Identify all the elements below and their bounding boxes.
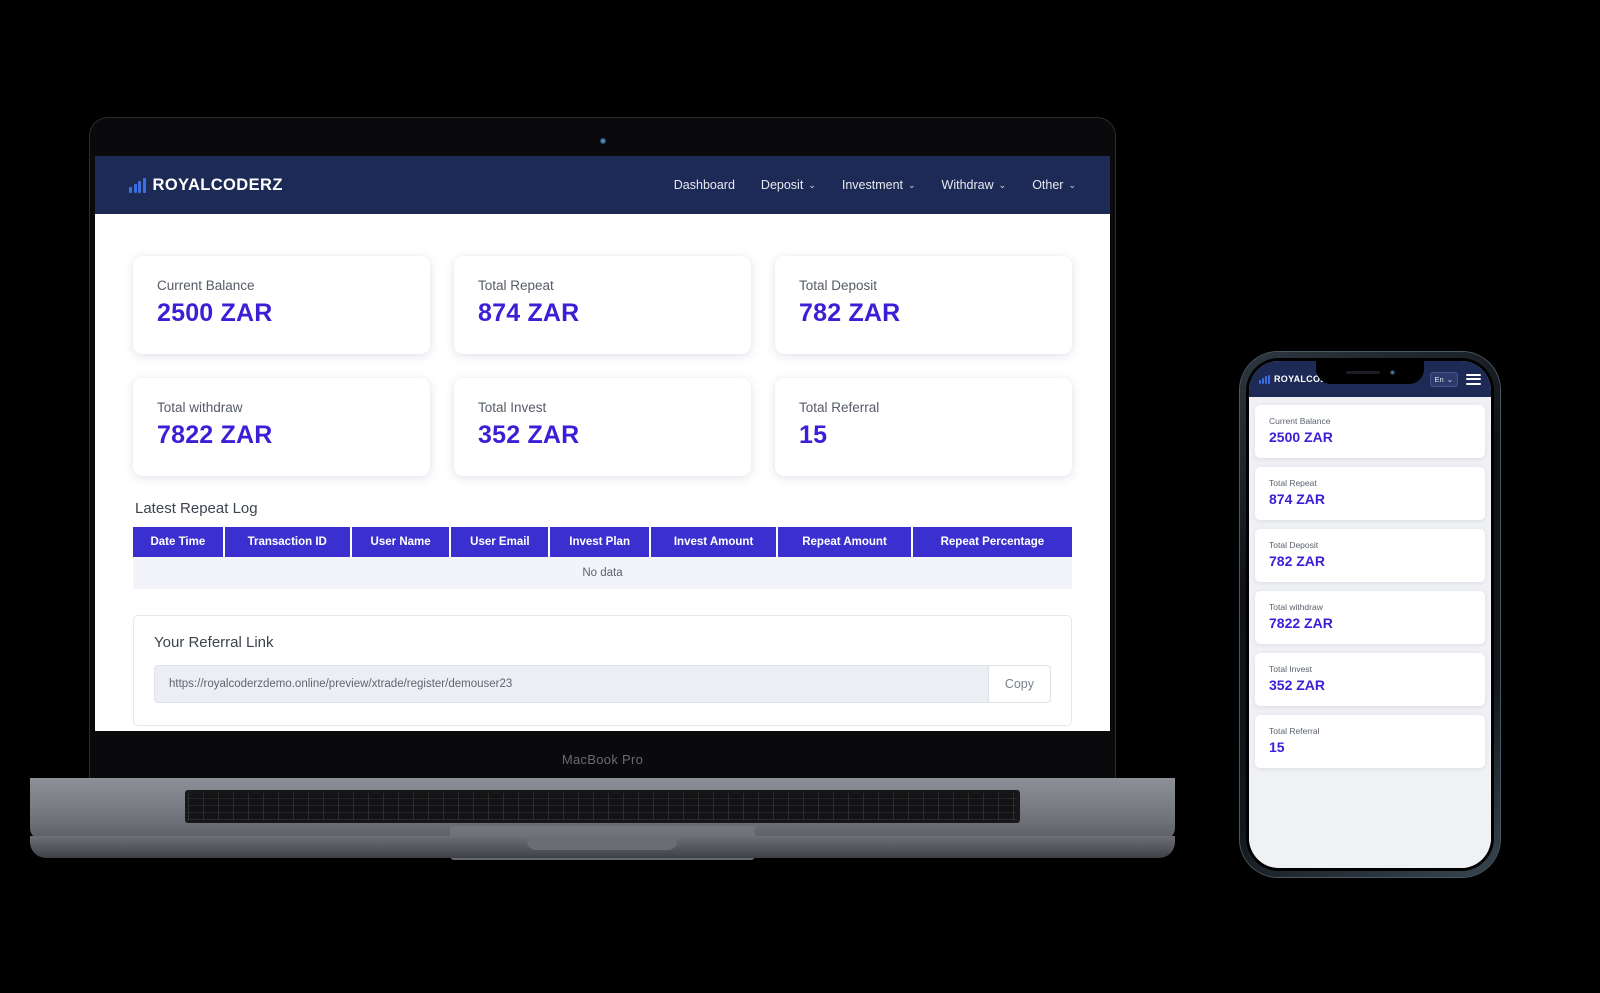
phone-stat-card-value: 874 ZAR <box>1269 491 1326 507</box>
phone-stat-card-label: Total withdraw <box>1269 602 1323 612</box>
stat-card-value: 352 ZAR <box>478 421 580 449</box>
screenshot-stage: MacBook Pro ROYALCODERZ Dashboard Deposi… <box>0 0 1600 993</box>
laptop-keyboard <box>185 790 1020 823</box>
phone-stat-card-total-withdraw: Total withdraw 7822 ZAR <box>1255 591 1485 644</box>
chevron-down-icon: ⌄ <box>908 179 916 190</box>
column-header-repeat-amount[interactable]: Repeat Amount <box>777 527 913 557</box>
repeat-log-table: Date Time Transaction ID User Name User … <box>133 527 1072 589</box>
table-row-empty: No data <box>133 557 1072 589</box>
stat-card-label: Total Repeat <box>478 278 554 293</box>
nav-item-label: Withdraw <box>941 178 994 192</box>
site-navbar: ROYALCODERZ Dashboard Deposit ⌄ Investme… <box>95 156 1110 214</box>
column-header-repeat-percentage[interactable]: Repeat Percentage <box>911 527 1072 557</box>
phone-stat-card-total-deposit: Total Deposit 782 ZAR <box>1255 529 1485 582</box>
bar-chart-icon <box>1259 374 1270 384</box>
stat-card-value: 874 ZAR <box>478 299 580 327</box>
stat-card-total-deposit: Total Deposit 782 ZAR <box>775 256 1072 354</box>
stat-card-label: Total Referral <box>799 400 880 415</box>
phone-stat-card-label: Total Deposit <box>1269 540 1319 550</box>
phone-stat-card-current-balance: Current Balance 2500 ZAR <box>1255 405 1485 458</box>
language-select-value: En <box>1434 374 1444 384</box>
nav-item-dashboard[interactable]: Dashboard <box>674 178 735 192</box>
copy-button[interactable]: Copy <box>987 665 1051 703</box>
primary-nav: Dashboard Deposit ⌄ Investment ⌄ Withdra… <box>674 178 1076 192</box>
phone-stat-card-value: 15 <box>1269 739 1285 755</box>
nav-item-label: Investment <box>841 178 903 192</box>
column-header-transaction-id[interactable]: Transaction ID <box>223 527 352 557</box>
stat-card-total-withdraw: Total withdraw 7822 ZAR <box>133 378 430 476</box>
phone-dashboard: Current Balance 2500 ZAR Total Repeat 87… <box>1249 397 1491 868</box>
laptop-screen: ROYALCODERZ Dashboard Deposit ⌄ Investme… <box>95 156 1110 731</box>
stat-card-label: Current Balance <box>157 278 255 293</box>
referral-input-group: https://royalcoderzdemo.online/preview/x… <box>154 665 1051 703</box>
column-header-date-time[interactable]: Date Time <box>133 527 225 557</box>
stat-card-value: 2500 ZAR <box>157 299 273 327</box>
phone-stat-card-total-repeat: Total Repeat 874 ZAR <box>1255 467 1485 520</box>
referral-panel-title: Your Referral Link <box>154 634 274 651</box>
stat-card-value: 7822 ZAR <box>157 421 273 449</box>
stat-card-value: 15 <box>799 421 828 449</box>
phone-screen: ROYALCODERZ En ⌄ Current Balance 2500 ZA… <box>1249 361 1491 868</box>
webcam-icon <box>599 138 606 144</box>
column-header-user-email[interactable]: User Email <box>450 527 551 557</box>
phone-stat-card-value: 7822 ZAR <box>1269 615 1333 631</box>
macbook-pro-mockup: MacBook Pro ROYALCODERZ Dashboard Deposi… <box>30 118 1175 868</box>
phone-stat-card-label: Total Repeat <box>1269 478 1317 488</box>
stat-card-label: Total withdraw <box>157 400 243 415</box>
stat-card-label: Total Deposit <box>799 278 878 293</box>
table-header-row: Date Time Transaction ID User Name User … <box>133 527 1072 557</box>
nav-item-label: Dashboard <box>673 178 735 192</box>
phone-stat-card-total-invest: Total Invest 352 ZAR <box>1255 653 1485 706</box>
chevron-down-icon: ⌄ <box>1446 374 1453 384</box>
stat-card-label: Total Invest <box>478 400 547 415</box>
hamburger-menu-icon[interactable] <box>1466 373 1481 385</box>
nav-item-label: Deposit <box>760 178 804 192</box>
phone-frame: ROYALCODERZ En ⌄ Current Balance 2500 ZA… <box>1240 352 1500 877</box>
stat-card-value: 782 ZAR <box>799 299 901 327</box>
nav-item-withdraw[interactable]: Withdraw ⌄ <box>942 178 1007 192</box>
stat-card-row-2: Total withdraw 7822 ZAR Total Invest 352… <box>133 378 1072 476</box>
chevron-down-icon: ⌄ <box>1068 179 1076 190</box>
smartphone-mockup: ROYALCODERZ En ⌄ Current Balance 2500 ZA… <box>1240 352 1500 877</box>
nav-item-deposit[interactable]: Deposit ⌄ <box>761 178 816 192</box>
laptop-lid: MacBook Pro ROYALCODERZ Dashboard Deposi… <box>90 118 1115 783</box>
speaker-icon <box>1345 370 1380 375</box>
stat-card-row-1: Current Balance 2500 ZAR Total Repeat 87… <box>133 256 1072 354</box>
macbook-label: MacBook Pro <box>561 752 644 767</box>
front-camera-icon <box>1389 370 1395 375</box>
column-header-invest-plan[interactable]: Invest Plan <box>549 527 651 557</box>
phone-bezel: ROYALCODERZ En ⌄ Current Balance 2500 ZA… <box>1246 358 1494 871</box>
chevron-down-icon: ⌄ <box>998 179 1007 190</box>
dashboard-page: Current Balance 2500 ZAR Total Repeat 87… <box>95 214 1110 731</box>
phone-nav-actions: En ⌄ <box>1429 371 1481 387</box>
phone-stat-card-label: Total Invest <box>1269 664 1312 674</box>
repeat-log-title: Latest Repeat Log <box>135 500 258 517</box>
stat-card-total-invest: Total Invest 352 ZAR <box>454 378 751 476</box>
phone-stat-card-total-referral: Total Referral 15 <box>1255 715 1485 768</box>
stat-card-current-balance: Current Balance 2500 ZAR <box>133 256 430 354</box>
stat-card-total-referral: Total Referral 15 <box>775 378 1072 476</box>
phone-stat-card-label: Current Balance <box>1269 416 1331 426</box>
referral-link-input[interactable]: https://royalcoderzdemo.online/preview/x… <box>154 665 988 703</box>
phone-notch <box>1316 361 1424 384</box>
bar-chart-icon <box>129 178 146 194</box>
stat-card-total-repeat: Total Repeat 874 ZAR <box>454 256 751 354</box>
chevron-down-icon: ⌄ <box>808 179 816 190</box>
referral-link-panel: Your Referral Link https://royalcoderzde… <box>133 615 1072 726</box>
phone-stat-card-value: 2500 ZAR <box>1269 429 1333 445</box>
phone-stat-card-label: Total Referral <box>1269 726 1320 736</box>
brand-logo[interactable]: ROYALCODERZ <box>129 177 283 194</box>
empty-state-text: No data <box>133 557 1072 589</box>
phone-stat-card-value: 352 ZAR <box>1269 677 1326 693</box>
nav-item-investment[interactable]: Investment ⌄ <box>842 178 916 192</box>
phone-stat-card-value: 782 ZAR <box>1269 553 1326 569</box>
language-select[interactable]: En ⌄ <box>1429 371 1458 387</box>
laptop-lid-notch <box>527 836 677 850</box>
brand-logo-text: ROYALCODERZ <box>152 175 283 194</box>
nav-item-other[interactable]: Other ⌄ <box>1032 178 1076 192</box>
column-header-invest-amount[interactable]: Invest Amount <box>649 527 779 557</box>
column-header-user-name[interactable]: User Name <box>350 527 452 557</box>
nav-item-label: Other <box>1032 178 1064 192</box>
